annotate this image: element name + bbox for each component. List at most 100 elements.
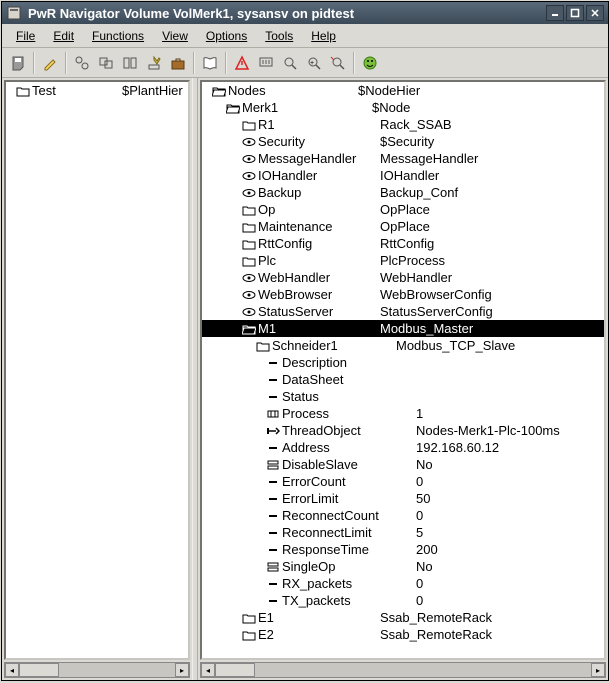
edit-button[interactable]	[38, 51, 62, 75]
tree-row[interactable]: WebHandlerWebHandler	[202, 269, 604, 286]
tree-row[interactable]: Test $PlantHier	[6, 82, 188, 99]
alert-button[interactable]	[230, 51, 254, 75]
map-icon	[240, 238, 258, 250]
node-class: $Node	[372, 99, 410, 116]
menu-view[interactable]: View	[154, 26, 196, 46]
titlebar[interactable]: PwR Navigator Volume VolMerk1, sysansv o…	[2, 2, 608, 24]
node-class: 0	[416, 592, 423, 609]
scroll-left-icon[interactable]: ◂	[5, 663, 19, 677]
tree-row[interactable]: PlcPlcProcess	[202, 252, 604, 269]
zoom-button-1[interactable]	[278, 51, 302, 75]
tree-row[interactable]: Address192.168.60.12	[202, 439, 604, 456]
tree-row[interactable]: MaintenanceOpPlace	[202, 218, 604, 235]
zoom-button-2[interactable]: +	[302, 51, 326, 75]
minimize-button[interactable]	[546, 5, 564, 21]
tree-row[interactable]: M1Modbus_Master	[202, 320, 604, 337]
tree-row[interactable]: IOHandlerIOHandler	[202, 167, 604, 184]
stack-icon	[264, 459, 282, 471]
tree-row[interactable]: Schneider1Modbus_TCP_Slave	[202, 337, 604, 354]
right-hscrollbar[interactable]: ◂ ▸	[200, 662, 606, 678]
tree-row[interactable]: E1Ssab_RemoteRack	[202, 609, 604, 626]
tree-row[interactable]: Description	[202, 354, 604, 371]
menu-tools[interactable]: Tools	[257, 26, 301, 46]
save-button[interactable]	[6, 51, 30, 75]
book-button[interactable]	[198, 51, 222, 75]
window-title: PwR Navigator Volume VolMerk1, sysansv o…	[28, 6, 546, 21]
openfolder-icon	[224, 102, 242, 114]
config-button-2[interactable]	[94, 51, 118, 75]
scroll-right-icon[interactable]: ▸	[175, 663, 189, 677]
node-class: $Security	[380, 133, 434, 150]
node-class: $NodeHier	[358, 82, 420, 99]
toolbar: +	[2, 48, 608, 78]
tree-row[interactable]: MessageHandlerMessageHandler	[202, 150, 604, 167]
node-class: 0	[416, 473, 423, 490]
tree-row[interactable]: ResponseTime200	[202, 541, 604, 558]
tree-row[interactable]: ReconnectLimit5	[202, 524, 604, 541]
left-hscrollbar[interactable]: ◂ ▸	[4, 662, 190, 678]
dash-icon	[264, 595, 282, 607]
zoom-button-3[interactable]	[326, 51, 350, 75]
tree-row[interactable]: ErrorLimit50	[202, 490, 604, 507]
menu-help[interactable]: Help	[303, 26, 344, 46]
node-class: WebBrowserConfig	[380, 286, 492, 303]
node-class: Ssab_RemoteRack	[380, 626, 492, 643]
tree-row[interactable]: StatusServerStatusServerConfig	[202, 303, 604, 320]
map-icon	[240, 255, 258, 267]
tree-row[interactable]: ReconnectCount0	[202, 507, 604, 524]
menu-options[interactable]: Options	[198, 26, 255, 46]
config-button-1[interactable]	[70, 51, 94, 75]
right-tree[interactable]: Nodes $NodeHier Merk1 $Node R1Rack_SSABS…	[200, 80, 606, 660]
tree-row[interactable]: WebBrowserWebBrowserConfig	[202, 286, 604, 303]
node-class: 192.168.60.12	[416, 439, 499, 456]
scroll-left-icon[interactable]: ◂	[201, 663, 215, 677]
scroll-right-icon[interactable]: ▸	[591, 663, 605, 677]
monitor-button[interactable]	[254, 51, 278, 75]
scroll-thumb[interactable]	[19, 663, 59, 677]
tree-row[interactable]: Nodes $NodeHier	[202, 82, 604, 99]
smiley-button[interactable]	[358, 51, 382, 75]
tree-row[interactable]: DataSheet	[202, 371, 604, 388]
node-name: Description	[282, 354, 416, 371]
node-class: No	[416, 456, 433, 473]
tree-row[interactable]: RttConfigRttConfig	[202, 235, 604, 252]
left-tree[interactable]: Test $PlantHier	[4, 80, 190, 660]
tree-row[interactable]: Status	[202, 388, 604, 405]
node-class: IOHandler	[380, 167, 439, 184]
node-class: OpPlace	[380, 218, 430, 235]
tree-row[interactable]: ThreadObjectNodes-Merk1-Plc-100ms	[202, 422, 604, 439]
tree-row[interactable]: RX_packets0	[202, 575, 604, 592]
tree-row[interactable]: OpOpPlace	[202, 201, 604, 218]
config-button-4[interactable]	[142, 51, 166, 75]
scroll-thumb[interactable]	[215, 663, 255, 677]
node-name: ReconnectCount	[282, 507, 416, 524]
tree-row[interactable]: Merk1 $Node	[202, 99, 604, 116]
tree-row[interactable]: R1Rack_SSAB	[202, 116, 604, 133]
ptr-icon	[264, 425, 282, 437]
tree-row[interactable]: TX_packets0	[202, 592, 604, 609]
close-button[interactable]	[586, 5, 604, 21]
tree-row[interactable]: ErrorCount0	[202, 473, 604, 490]
tree-row[interactable]: Security$Security	[202, 133, 604, 150]
menu-file[interactable]: File	[8, 26, 43, 46]
node-name: R1	[258, 116, 380, 133]
right-pane: Nodes $NodeHier Merk1 $Node R1Rack_SSABS…	[198, 78, 608, 680]
tree-row[interactable]: SingleOpNo	[202, 558, 604, 575]
tree-row[interactable]: E2Ssab_RemoteRack	[202, 626, 604, 643]
eye-icon	[240, 289, 258, 301]
config-button-3[interactable]	[118, 51, 142, 75]
maximize-button[interactable]	[566, 5, 584, 21]
tree-row[interactable]: DisableSlaveNo	[202, 456, 604, 473]
briefcase-button[interactable]	[166, 51, 190, 75]
node-name: Schneider1	[272, 337, 396, 354]
node-name: DisableSlave	[282, 456, 416, 473]
node-class: OpPlace	[380, 201, 430, 218]
node-name: DataSheet	[282, 371, 416, 388]
node-name: ThreadObject	[282, 422, 416, 439]
tree-row[interactable]: Process1	[202, 405, 604, 422]
menu-edit[interactable]: Edit	[45, 26, 82, 46]
dash-icon	[264, 578, 282, 590]
node-name: Merk1	[242, 99, 372, 116]
menu-functions[interactable]: Functions	[84, 26, 152, 46]
tree-row[interactable]: BackupBackup_Conf	[202, 184, 604, 201]
